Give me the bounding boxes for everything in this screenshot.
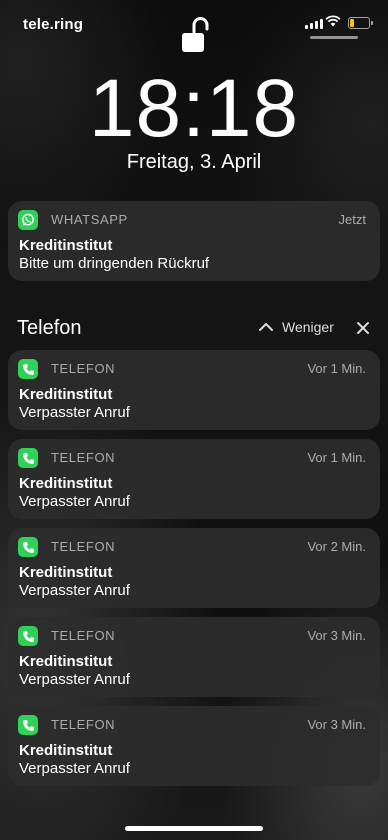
- notification-app-name: WHATSAPP: [51, 212, 128, 227]
- notification-app-name: TELEFON: [51, 539, 116, 554]
- notification-title: Kreditinstitut: [19, 564, 113, 581]
- whatsapp-icon: [18, 210, 38, 230]
- notification-body: Verpasster Anruf: [19, 582, 130, 599]
- phone-notification[interactable]: TELEFON Vor 3 Min. Kreditinstitut Verpas…: [8, 617, 380, 697]
- control-center-indicator[interactable]: [310, 36, 358, 39]
- notification-body: Verpasster Anruf: [19, 671, 130, 688]
- notification-time: Vor 2 Min.: [307, 539, 366, 554]
- clock-date: Freitag, 3. April: [126, 151, 262, 173]
- lock-screen: { "status_bar": { "carrier": "tele.ring"…: [0, 0, 388, 840]
- phone-icon: [18, 359, 38, 379]
- close-icon[interactable]: [355, 320, 371, 336]
- notification-group-header: Telefon Weniger: [0, 310, 388, 344]
- notification-app-name: TELEFON: [51, 361, 116, 376]
- whatsapp-notification[interactable]: WHATSAPP Jetzt Kreditinstitut Bitte um d…: [8, 201, 380, 281]
- show-less-button[interactable]: Weniger: [258, 319, 334, 335]
- phone-icon: [18, 626, 38, 646]
- notification-app-name: TELEFON: [51, 628, 116, 643]
- notification-time: Jetzt: [338, 212, 366, 227]
- notification-title: Kreditinstitut: [19, 653, 113, 670]
- phone-notification[interactable]: TELEFON Vor 1 Min. Kreditinstitut Verpas…: [8, 350, 380, 430]
- notification-body: Bitte um dringenden Rückruf: [19, 255, 210, 272]
- group-title: Telefon: [17, 317, 82, 339]
- phone-notification[interactable]: TELEFON Vor 1 Min. Kreditinstitut Verpas…: [8, 439, 380, 519]
- notification-body: Verpasster Anruf: [19, 404, 130, 421]
- lock-open-icon: [182, 17, 209, 52]
- home-indicator[interactable]: [125, 826, 263, 831]
- notification-time: Vor 1 Min.: [307, 450, 366, 465]
- notification-title: Kreditinstitut: [19, 742, 113, 759]
- carrier-name: tele.ring: [23, 16, 84, 33]
- phone-notification[interactable]: TELEFON Vor 3 Min. Kreditinstitut Verpas…: [8, 706, 380, 786]
- chevron-up-icon: [259, 323, 273, 331]
- notification-title: Kreditinstitut: [19, 237, 113, 254]
- phone-icon: [18, 448, 38, 468]
- notification-body: Verpasster Anruf: [19, 493, 130, 510]
- phone-icon: [18, 537, 38, 557]
- notification-time: Vor 1 Min.: [307, 361, 366, 376]
- notification-title: Kreditinstitut: [19, 386, 113, 403]
- notification-app-name: TELEFON: [51, 717, 116, 732]
- phone-icon: [18, 715, 38, 735]
- notification-title: Kreditinstitut: [19, 475, 113, 492]
- phone-notification[interactable]: TELEFON Vor 2 Min. Kreditinstitut Verpas…: [8, 528, 380, 608]
- wifi-icon: [325, 15, 341, 27]
- notification-app-name: TELEFON: [51, 450, 116, 465]
- notification-body: Verpasster Anruf: [19, 760, 130, 777]
- show-less-label: Weniger: [282, 319, 334, 335]
- clock-time: 18:18: [88, 63, 300, 154]
- battery-icon: [348, 17, 373, 29]
- notification-time: Vor 3 Min.: [307, 717, 366, 732]
- notification-time: Vor 3 Min.: [307, 628, 366, 643]
- cellular-signal-icon: [305, 19, 323, 29]
